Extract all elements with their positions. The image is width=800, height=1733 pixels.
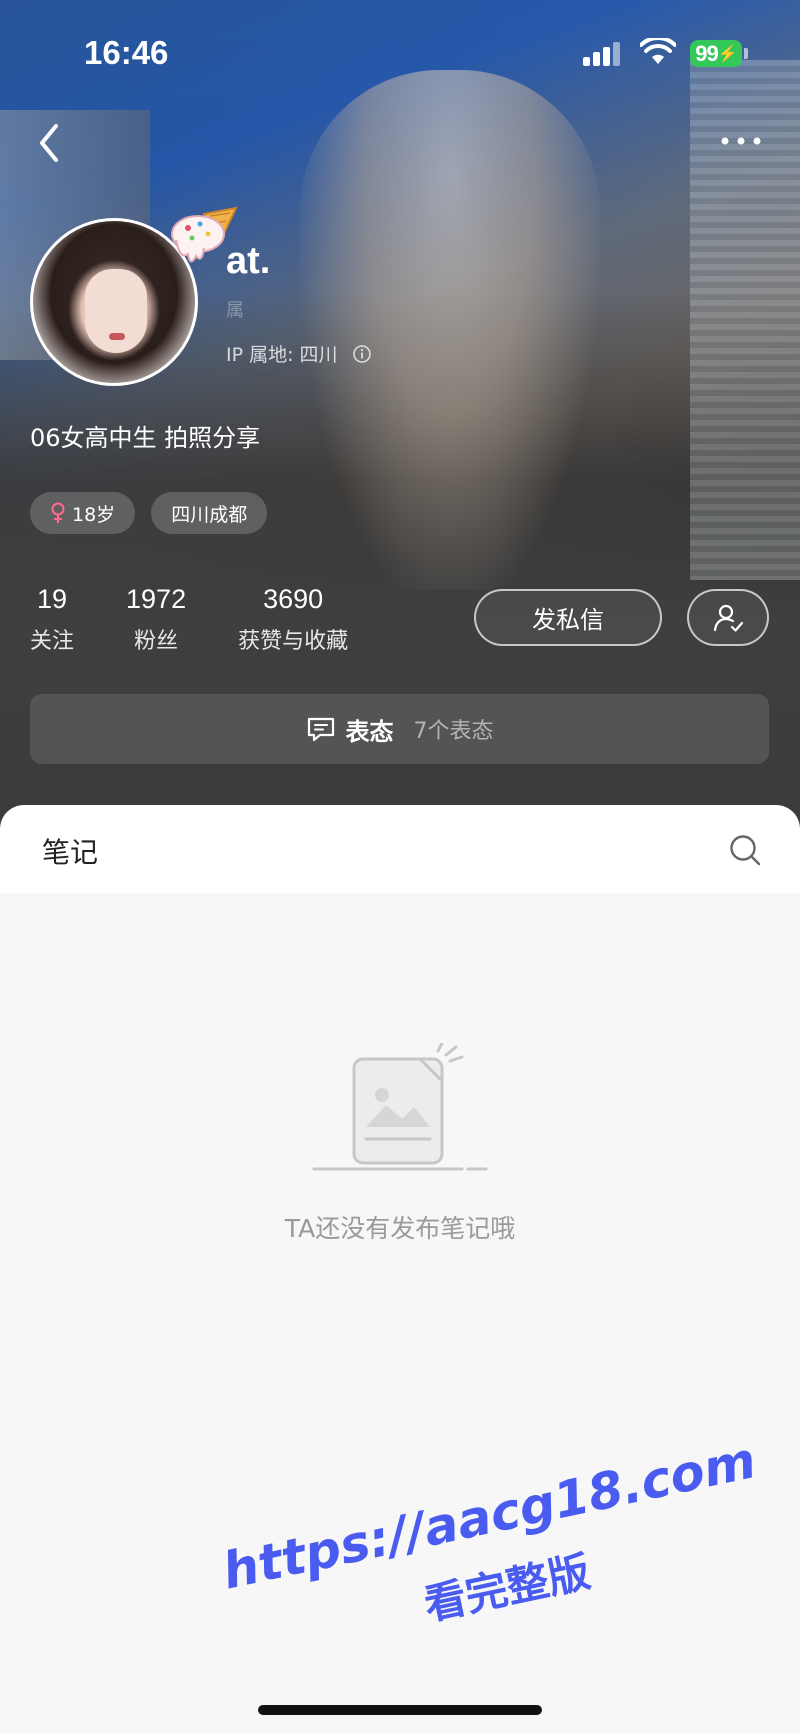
avatar-lips <box>109 333 125 340</box>
info-icon[interactable] <box>352 344 372 364</box>
tab-notes[interactable]: 笔记 <box>42 831 98 871</box>
battery-indicator: 99 ⚡ <box>690 40 742 67</box>
wifi-icon <box>640 38 676 64</box>
home-indicator[interactable] <box>258 1705 542 1715</box>
location-tag: 四川成都 <box>151 492 268 534</box>
background-photo-figure <box>300 70 600 590</box>
username: at. <box>226 240 271 282</box>
follow-status-button[interactable] <box>687 589 769 646</box>
location-tag-label: 四川成都 <box>171 503 248 526</box>
age-tag-label: 18岁 <box>72 503 116 526</box>
moods-count: 7个表态 <box>413 719 494 744</box>
stat-following[interactable]: 19 关注 <box>30 584 74 655</box>
avatar-face <box>85 269 147 353</box>
comment-icon <box>307 717 334 742</box>
cellular-signal-icon <box>583 42 623 66</box>
notes-tab-bar: 笔记 <box>0 805 800 893</box>
likes-saves-label: 获赞与收藏 <box>238 629 349 654</box>
followers-label: 粉丝 <box>134 629 179 654</box>
user-id-faded: 属 <box>226 300 244 321</box>
ip-location: IP 属地: 四川 <box>226 340 372 367</box>
battery-level: 99 <box>695 40 719 66</box>
battery-tip <box>744 48 748 59</box>
stat-followers[interactable]: 1972 粉丝 <box>126 584 186 655</box>
back-button[interactable] <box>30 118 70 168</box>
moods-title: 表态 <box>345 717 394 746</box>
profile-bio: 06女高中生 拍照分享 <box>30 424 261 452</box>
following-label: 关注 <box>30 629 75 654</box>
status-bar: 16:46 99 ⚡ <box>0 0 800 100</box>
notes-empty-state: TA还没有发布笔记哦 <box>0 893 800 1733</box>
charging-bolt-icon: ⚡ <box>717 45 738 63</box>
empty-document-icon <box>312 1043 488 1171</box>
send-message-button[interactable]: 发私信 <box>474 589 662 646</box>
more-options-button[interactable] <box>716 126 766 156</box>
followers-count: 1972 <box>126 584 187 614</box>
following-count: 19 <box>36 584 68 614</box>
female-icon <box>51 502 65 523</box>
search-icon[interactable] <box>728 833 762 867</box>
status-time: 16:46 <box>84 34 169 71</box>
user-check-icon <box>713 604 744 632</box>
likes-saves-count: 3690 <box>263 584 324 614</box>
profile-stats: 19 关注 1972 粉丝 3690 获赞与收藏 <box>30 584 400 655</box>
age-tag: 18岁 <box>30 492 136 534</box>
profile-tags: 18岁 四川成都 <box>30 492 268 534</box>
stat-likes-saves[interactable]: 3690 获赞与收藏 <box>238 584 348 655</box>
empty-state-message: TA还没有发布笔记哦 <box>284 1214 516 1243</box>
avatar-container[interactable] <box>30 206 238 386</box>
moods-bar[interactable]: 表态 7个表态 <box>30 694 769 764</box>
ip-location-text: IP 属地: 四川 <box>226 344 338 366</box>
